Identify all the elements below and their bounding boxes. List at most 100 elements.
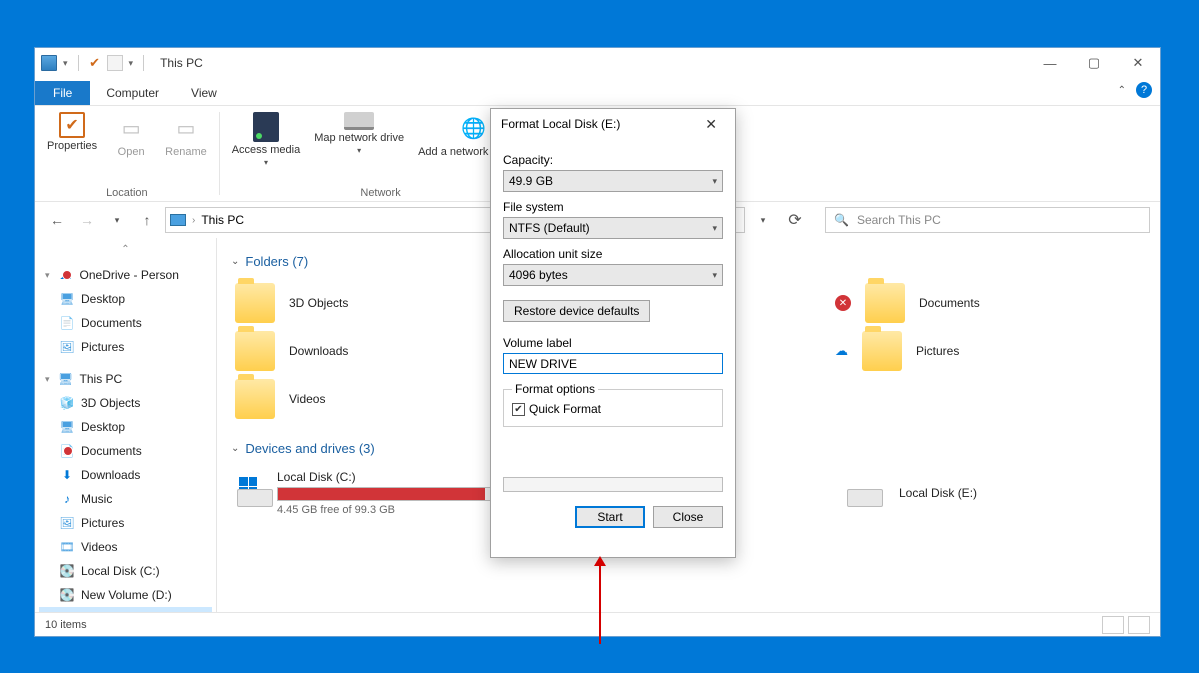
tree-scroll-up[interactable]: ⌃ — [39, 244, 212, 255]
quick-format-checkbox[interactable]: ✔ Quick Format — [512, 402, 714, 416]
tree-desktop2[interactable]: 🖥Desktop — [39, 415, 212, 439]
tab-view[interactable]: View — [175, 81, 233, 105]
tab-file[interactable]: File — [35, 81, 90, 105]
tree-disk-d[interactable]: 💽New Volume (D:) — [39, 583, 212, 607]
tree-pictures2[interactable]: 🖼Pictures — [39, 511, 212, 535]
capacity-select[interactable]: 49.9 GB▾ — [503, 170, 723, 192]
quick-access-toolbar: ▾ ✔ ▾ — [41, 53, 148, 73]
format-options-label: Format options — [512, 382, 598, 396]
folder-videos[interactable]: Videos — [231, 375, 491, 423]
search-icon: 🔍 — [834, 213, 849, 227]
open-label: Open — [118, 146, 145, 158]
dialog-title-bar[interactable]: Format Local Disk (E:) ✕ — [491, 109, 735, 139]
volume-label-input[interactable] — [503, 353, 723, 374]
properties-qat-icon[interactable]: ✔ — [85, 53, 105, 73]
properties-label: Properties — [47, 140, 97, 152]
tree-onedrive[interactable]: ▾☁OneDrive - Person — [39, 263, 212, 287]
up-button[interactable]: ↑ — [135, 208, 159, 232]
new-qat-icon[interactable] — [107, 55, 123, 71]
navigation-tree[interactable]: ⌃ ▾☁OneDrive - Person 🖥Desktop 📄Document… — [35, 238, 217, 612]
map-network-drive-button[interactable]: Map network drive▾ — [310, 110, 408, 169]
window-title: This PC — [160, 56, 203, 70]
collapse-ribbon-icon[interactable]: ⌃ — [1118, 85, 1126, 96]
drive-c[interactable]: Local Disk (C:) 4.45 GB free of 99.3 GB — [231, 466, 501, 520]
tree-desktop[interactable]: 🖥Desktop — [39, 287, 212, 311]
minimize-button[interactable]: — — [1028, 48, 1072, 78]
tab-computer[interactable]: Computer — [90, 81, 175, 105]
dialog-close-button[interactable]: ✕ — [697, 112, 725, 137]
annotation-arrow — [599, 560, 601, 644]
ribbon-tabs: File Computer View ⌃ ? — [35, 78, 1160, 106]
filesystem-select[interactable]: NTFS (Default)▾ — [503, 217, 723, 239]
rename-label: Rename — [165, 146, 207, 158]
tree-documents[interactable]: 📄Documents — [39, 311, 212, 335]
tree-this-pc[interactable]: ▾🖥This PC — [39, 367, 212, 391]
rename-button: ▭Rename — [161, 110, 211, 160]
close-button[interactable]: ✕ — [1116, 48, 1160, 78]
sync-error-icon — [63, 446, 73, 456]
volume-label-label: Volume label — [503, 336, 723, 350]
tree-videos[interactable]: 🎞Videos — [39, 535, 212, 559]
app-icon — [41, 55, 57, 71]
chevron-down-icon: ▾ — [712, 223, 717, 234]
drive-icon — [235, 473, 263, 513]
chevron-down-icon[interactable]: ⌄ — [231, 256, 239, 267]
start-button[interactable]: Start — [575, 506, 645, 528]
item-count: 10 items — [45, 619, 87, 631]
chevron-right-icon[interactable]: › — [192, 215, 195, 226]
tree-downloads[interactable]: ⬇Downloads — [39, 463, 212, 487]
drive-e-name: Local Disk (E:) — [899, 486, 977, 500]
chevron-down-icon: ▾ — [712, 176, 717, 187]
properties-button[interactable]: ✔Properties — [43, 110, 101, 160]
drive-e[interactable]: Local Disk (E:) — [841, 466, 1111, 520]
drive-c-name: Local Disk (C:) — [277, 470, 497, 484]
tree-3d-objects[interactable]: 🧊3D Objects — [39, 391, 212, 415]
forward-button: → — [75, 208, 99, 232]
address-dropdown[interactable]: ▾ — [751, 208, 775, 232]
help-icon[interactable]: ? — [1136, 82, 1152, 98]
search-input[interactable]: 🔍 Search This PC — [825, 207, 1150, 233]
folder-documents[interactable]: ✕Documents — [831, 279, 1091, 327]
format-options-group: Format options ✔ Quick Format — [503, 382, 723, 427]
chevron-down-icon[interactable]: ⌄ — [231, 443, 239, 454]
folder-pictures[interactable]: ☁Pictures — [831, 327, 1091, 375]
dialog-title: Format Local Disk (E:) — [501, 117, 620, 131]
checkbox-icon: ✔ — [512, 403, 525, 416]
back-button[interactable]: ← — [45, 208, 69, 232]
sync-error-icon: ✕ — [835, 295, 851, 311]
capacity-bar — [277, 487, 497, 501]
ribbon-group-location: Location — [106, 187, 148, 199]
map-drive-label: Map network drive — [314, 132, 404, 144]
folder-icon — [235, 331, 275, 371]
open-button: ▭Open — [107, 110, 155, 160]
close-button[interactable]: Close — [653, 506, 723, 528]
qat-dropdown-icon[interactable]: ▾ — [125, 58, 138, 69]
drive-c-free: 4.45 GB free of 99.3 GB — [277, 504, 497, 516]
tree-documents2[interactable]: 📄Documents — [39, 439, 212, 463]
details-view-button[interactable] — [1102, 616, 1124, 634]
maximize-button[interactable]: ▢ — [1072, 48, 1116, 78]
restore-defaults-button[interactable]: Restore device defaults — [503, 300, 650, 322]
tree-pictures[interactable]: 🖼Pictures — [39, 335, 212, 359]
tree-music[interactable]: ♪Music — [39, 487, 212, 511]
sync-error-icon — [62, 270, 72, 280]
chevron-down-icon[interactable]: ▾ — [59, 58, 72, 69]
status-bar: 10 items — [35, 612, 1160, 636]
recent-dropdown[interactable]: ▾ — [105, 208, 129, 232]
format-progress-bar — [503, 477, 723, 492]
access-media-button[interactable]: Access media▾ — [228, 110, 304, 169]
allocation-select[interactable]: 4096 bytes▾ — [503, 264, 723, 286]
folder-icon — [235, 379, 275, 419]
folder-downloads[interactable]: Downloads — [231, 327, 491, 375]
tree-disk-c[interactable]: 💽Local Disk (C:) — [39, 559, 212, 583]
access-media-label: Access media — [232, 144, 300, 156]
folder-3d-objects[interactable]: 3D Objects — [231, 279, 491, 327]
tiles-view-button[interactable] — [1128, 616, 1150, 634]
search-placeholder: Search This PC — [857, 213, 941, 227]
folder-icon — [862, 331, 902, 371]
title-bar[interactable]: ▾ ✔ ▾ This PC — ▢ ✕ — [35, 48, 1160, 78]
pc-icon — [170, 214, 186, 226]
folder-icon — [865, 283, 905, 323]
refresh-button[interactable]: ⟳ — [781, 207, 809, 233]
drive-icon — [845, 473, 885, 513]
